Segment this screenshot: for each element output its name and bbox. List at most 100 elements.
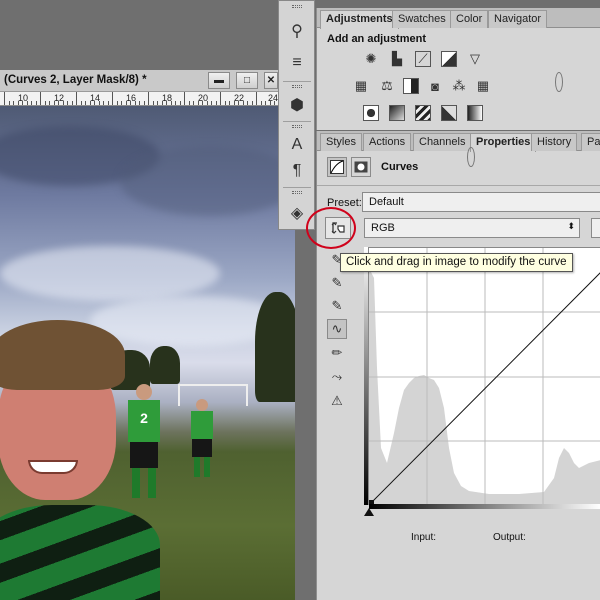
ruler-tick bbox=[157, 101, 158, 105]
channel-mixer-icon[interactable]: ⁂ bbox=[451, 78, 467, 94]
curves-graph[interactable] bbox=[368, 247, 600, 506]
panel-resize-handle[interactable] bbox=[555, 72, 563, 92]
ruler-tick bbox=[229, 101, 230, 105]
grip-handle[interactable] bbox=[292, 5, 302, 8]
restore-button[interactable]: □ bbox=[236, 72, 258, 89]
ruler-tick bbox=[175, 101, 176, 105]
grip-handle[interactable] bbox=[292, 125, 302, 128]
ruler-tick bbox=[44, 101, 46, 105]
ruler-tick bbox=[143, 101, 145, 105]
separator bbox=[283, 187, 311, 188]
document-title: (Curves 2, Layer Mask/8) * bbox=[4, 74, 147, 86]
invert-icon[interactable] bbox=[363, 105, 379, 121]
ruler-tick bbox=[269, 101, 271, 105]
photo-filter-icon[interactable]: ◙ bbox=[427, 78, 443, 94]
ruler-tick bbox=[35, 101, 37, 105]
horizontal-ruler[interactable]: 10 12 14 16 18 20 22 24 bbox=[0, 92, 278, 106]
smooth-curve-icon[interactable]: ⤳ bbox=[327, 367, 347, 387]
ruler-tick bbox=[188, 101, 190, 105]
tooltip: Click and drag in image to modify the cu… bbox=[340, 253, 573, 272]
restore-icon: □ bbox=[243, 75, 251, 86]
preset-dropdown[interactable]: Default bbox=[362, 192, 600, 212]
tab-history[interactable]: History bbox=[531, 133, 578, 151]
document-canvas[interactable]: 2 bbox=[0, 106, 295, 600]
ruler-tick bbox=[116, 101, 118, 105]
clipping-warning-icon[interactable]: ⚠ bbox=[327, 391, 347, 411]
ruler-tick bbox=[67, 101, 68, 105]
ruler-tick bbox=[13, 101, 14, 105]
hue-saturation-icon[interactable]: ▦ bbox=[353, 78, 369, 94]
output-label: Output: bbox=[493, 532, 526, 543]
ruler-tick bbox=[125, 101, 127, 105]
ruler-tick bbox=[238, 101, 239, 105]
color-lookup-icon[interactable]: ▦ bbox=[475, 78, 491, 94]
exposure-icon[interactable] bbox=[441, 51, 457, 67]
minimize-button[interactable]: ▬ bbox=[208, 72, 230, 89]
threshold-icon[interactable] bbox=[415, 105, 431, 121]
edit-points-curve-icon[interactable]: ∿ bbox=[327, 319, 347, 339]
divider bbox=[317, 185, 600, 186]
layers-icon[interactable]: ◈ bbox=[285, 201, 309, 225]
ruler-tick bbox=[224, 101, 226, 105]
panel-resize-handle[interactable] bbox=[467, 147, 475, 167]
curves-graph-svg bbox=[369, 248, 600, 506]
ruler-tick bbox=[53, 101, 55, 105]
adjustments-panel: Adjustments Swatches Color Navigator Add… bbox=[316, 8, 600, 130]
black-input-slider[interactable] bbox=[364, 508, 374, 516]
tab-styles[interactable]: Styles bbox=[320, 133, 362, 151]
boy-foreground bbox=[0, 320, 160, 600]
3d-cube-icon[interactable]: ⬢ bbox=[285, 93, 309, 117]
ruler-tick bbox=[71, 101, 73, 105]
ruler-tick bbox=[148, 92, 149, 105]
selective-color-icon[interactable] bbox=[441, 105, 457, 121]
ruler-tick bbox=[22, 101, 23, 105]
tab-swatches[interactable]: Swatches bbox=[392, 10, 452, 28]
tab-channels[interactable]: Channels bbox=[413, 133, 472, 151]
brushes-icon[interactable]: ⚲ bbox=[285, 19, 309, 43]
set-gray-point-eyedropper-icon[interactable]: ✎ bbox=[327, 273, 347, 293]
ruler-tick bbox=[8, 101, 10, 105]
set-white-point-eyedropper-icon[interactable]: ✎ bbox=[327, 296, 347, 316]
tool-presets-icon[interactable]: ≡ bbox=[285, 51, 309, 75]
tab-patterns[interactable]: Pat bbox=[581, 133, 600, 151]
character-icon[interactable]: A bbox=[285, 133, 309, 157]
tab-adjustments[interactable]: Adjustments bbox=[320, 10, 399, 29]
black-white-icon[interactable] bbox=[403, 78, 419, 94]
tab-actions[interactable]: Actions bbox=[363, 133, 412, 151]
brightness-contrast-icon[interactable]: ✺ bbox=[363, 51, 379, 67]
levels-icon[interactable]: ▙ bbox=[389, 51, 405, 67]
ruler-tick bbox=[202, 101, 203, 105]
ruler-tick bbox=[31, 101, 32, 105]
tab-properties[interactable]: Properties bbox=[470, 133, 537, 152]
ruler-tick bbox=[220, 92, 221, 105]
ruler-tick bbox=[256, 92, 257, 105]
panel-dock-strip: ⚲ ≡ ⬢ A ¶ ◈ bbox=[278, 0, 315, 230]
curves-adjustment-icon[interactable] bbox=[327, 157, 347, 177]
ruler-tick bbox=[233, 101, 235, 105]
channel-dropdown[interactable]: RGB ⬍ bbox=[364, 218, 580, 238]
separator bbox=[283, 81, 311, 82]
grip-handle[interactable] bbox=[292, 85, 302, 88]
gradient-map-icon[interactable] bbox=[467, 105, 483, 121]
grip-handle[interactable] bbox=[292, 191, 302, 194]
tab-navigator[interactable]: Navigator bbox=[488, 10, 548, 28]
vibrance-icon[interactable]: ▽ bbox=[467, 51, 483, 67]
ruler-tick bbox=[89, 101, 91, 105]
posterize-icon[interactable] bbox=[389, 105, 405, 121]
ruler-tick bbox=[4, 92, 5, 105]
document-title-bar[interactable]: (Curves 2, Layer Mask/8) * ▬ □ ✕ bbox=[0, 70, 278, 92]
ruler-tick bbox=[260, 101, 262, 105]
close-button[interactable]: ✕ bbox=[264, 72, 278, 89]
ruler-tick bbox=[193, 101, 194, 105]
ruler-tick bbox=[80, 101, 82, 105]
ruler-tick bbox=[170, 101, 172, 105]
tab-color[interactable]: Color bbox=[450, 10, 489, 28]
draw-curve-pencil-icon[interactable]: ✏ bbox=[327, 343, 347, 363]
curves-icon[interactable]: ⟋ bbox=[415, 51, 431, 67]
color-balance-icon[interactable]: ⚖ bbox=[379, 78, 395, 94]
layer-mask-icon[interactable] bbox=[351, 157, 371, 177]
auto-button[interactable] bbox=[591, 218, 600, 238]
ruler-tick bbox=[17, 101, 19, 105]
ruler-tick bbox=[247, 101, 248, 105]
paragraph-icon[interactable]: ¶ bbox=[285, 159, 309, 183]
